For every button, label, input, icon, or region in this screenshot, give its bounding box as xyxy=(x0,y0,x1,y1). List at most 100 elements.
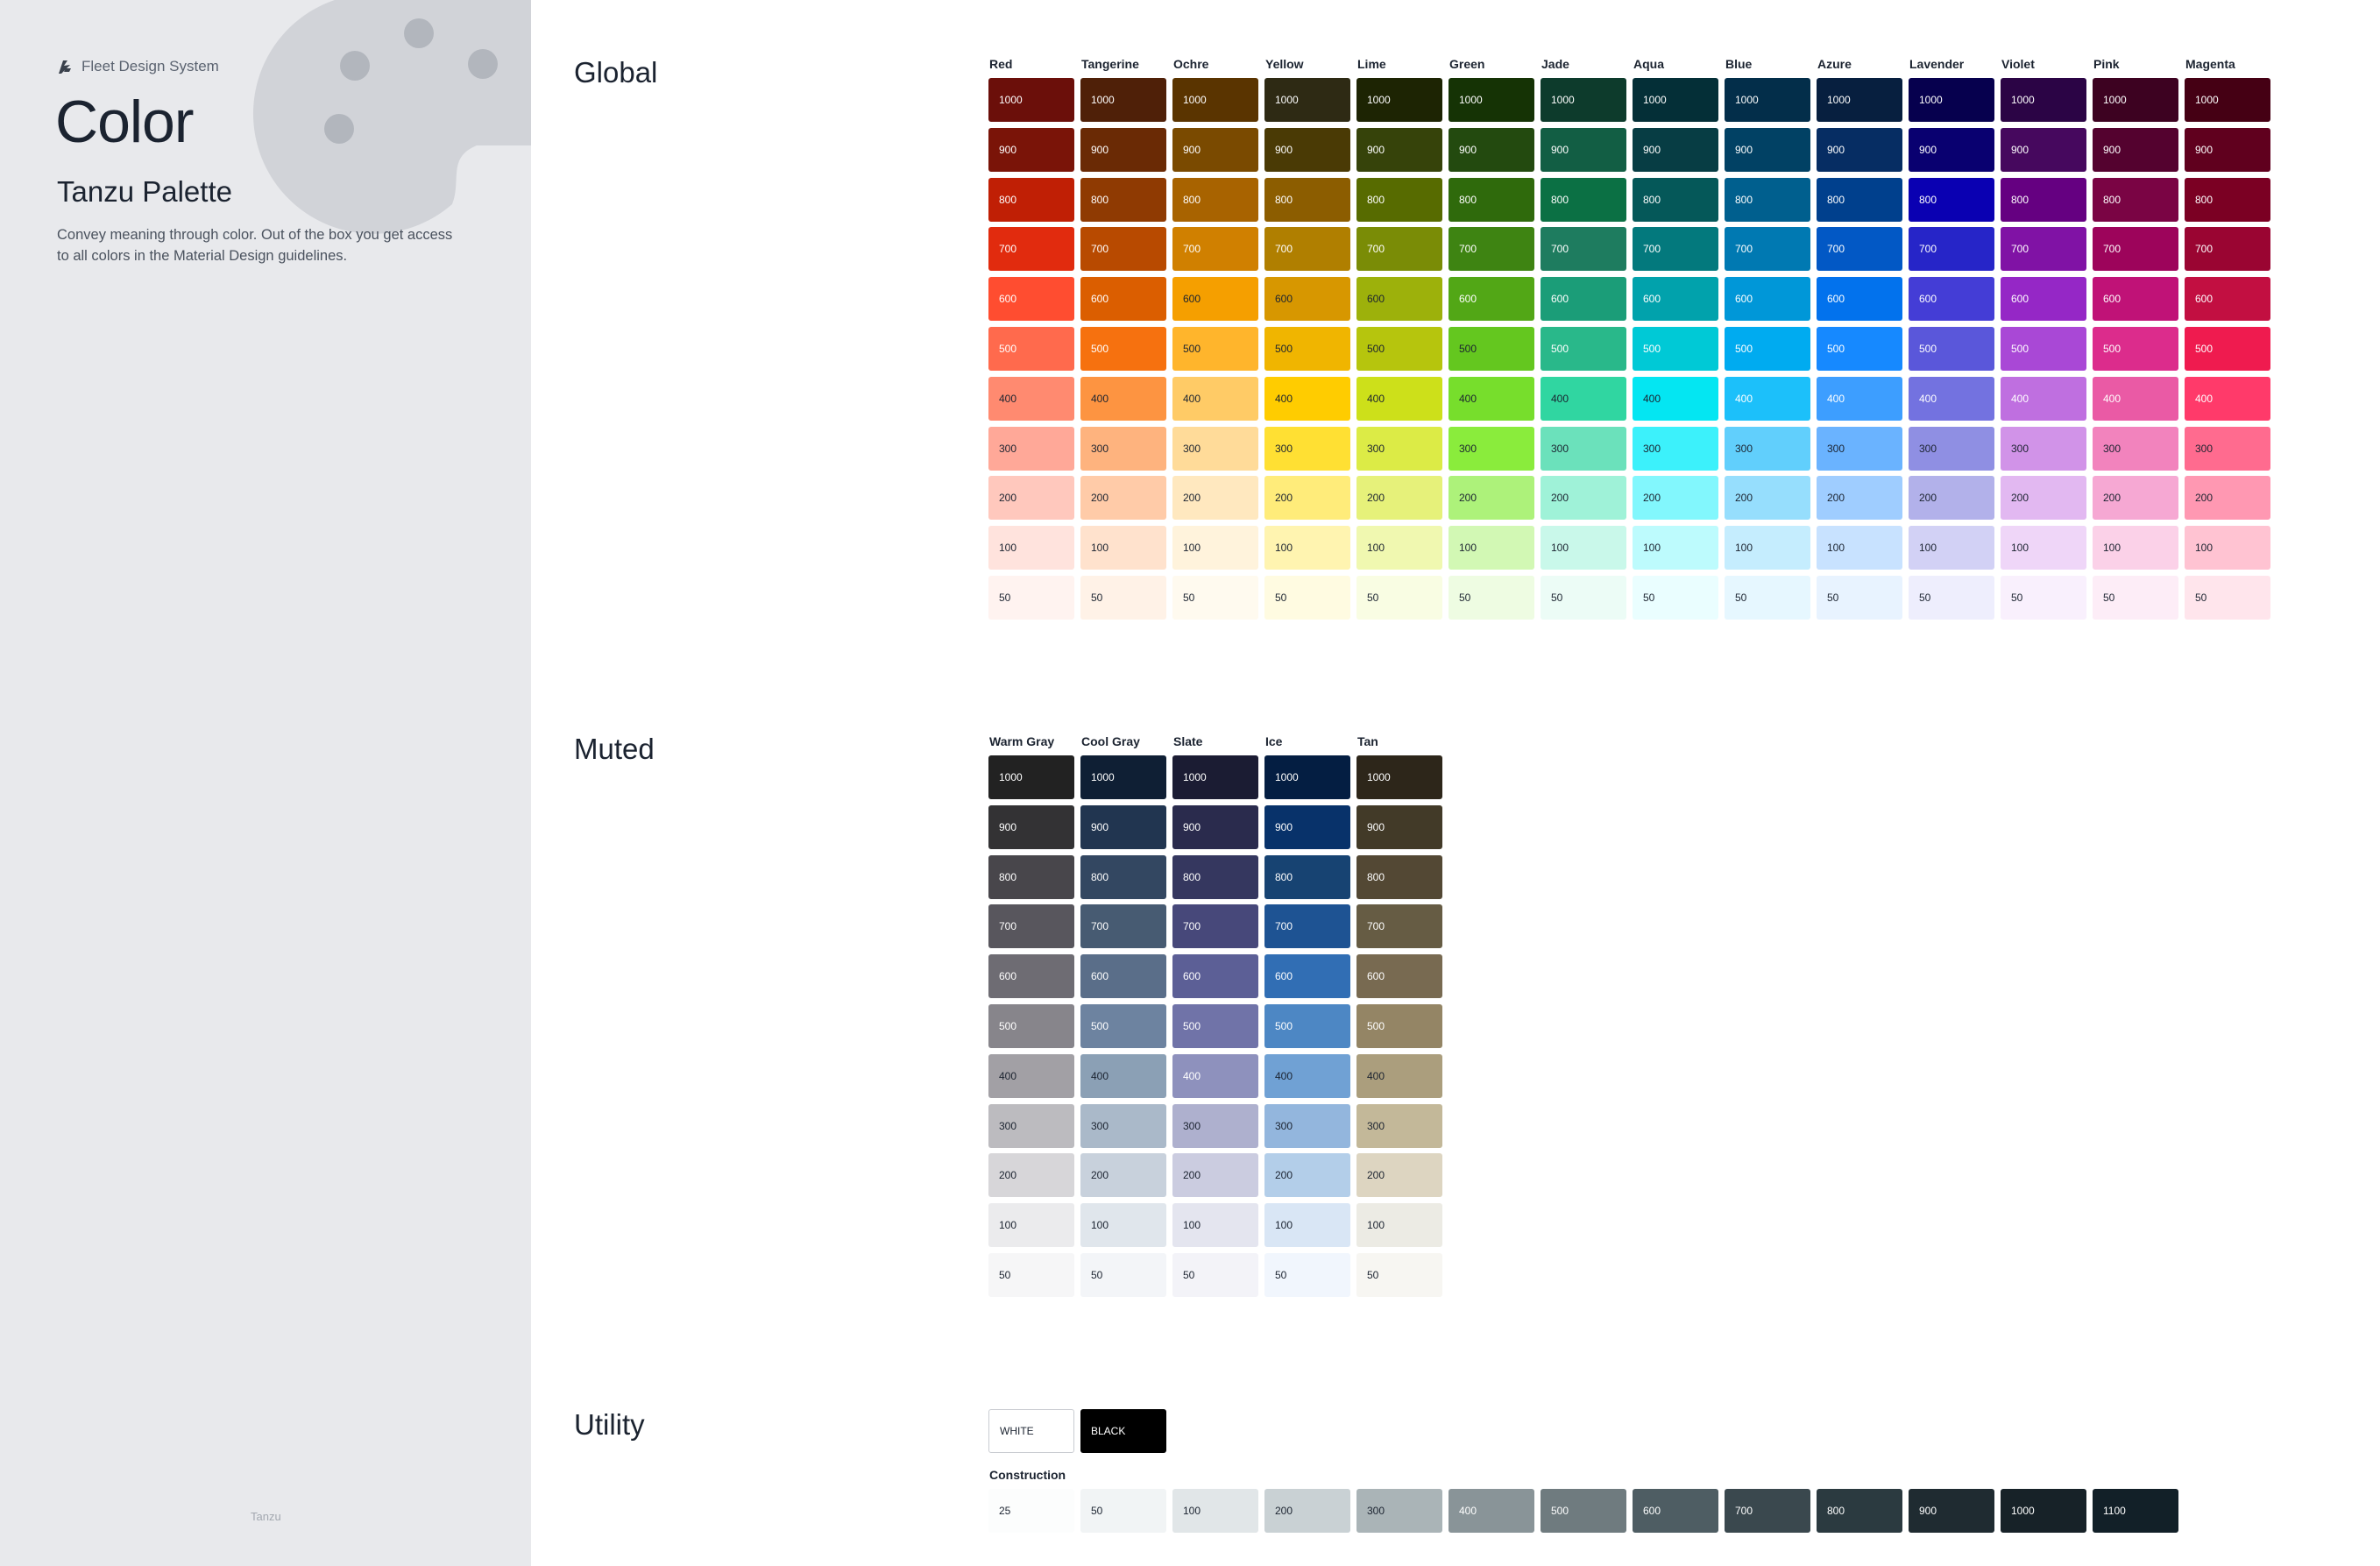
swatch-slate-800[interactable]: 800 xyxy=(1172,854,1258,899)
swatch-azure-500[interactable]: 500 xyxy=(1817,326,1902,371)
swatch-red-400[interactable]: 400 xyxy=(988,376,1074,421)
swatch-magenta-50[interactable]: 50 xyxy=(2185,575,2270,620)
swatch-warm-gray-400[interactable]: 400 xyxy=(988,1053,1074,1098)
swatch-green-50[interactable]: 50 xyxy=(1449,575,1534,620)
swatch-jade-300[interactable]: 300 xyxy=(1541,426,1626,471)
swatch-construction-500[interactable]: 500 xyxy=(1541,1489,1626,1533)
swatch-yellow-50[interactable]: 50 xyxy=(1264,575,1350,620)
swatch-ochre-200[interactable]: 200 xyxy=(1172,476,1258,521)
swatch-construction-1000[interactable]: 1000 xyxy=(2001,1489,2086,1533)
swatch-green-100[interactable]: 100 xyxy=(1449,526,1534,570)
swatch-aqua-400[interactable]: 400 xyxy=(1633,376,1718,421)
swatch-tangerine-300[interactable]: 300 xyxy=(1080,426,1166,471)
swatch-violet-800[interactable]: 800 xyxy=(2001,177,2086,222)
swatch-magenta-400[interactable]: 400 xyxy=(2185,376,2270,421)
swatch-aqua-200[interactable]: 200 xyxy=(1633,476,1718,521)
swatch-yellow-900[interactable]: 900 xyxy=(1264,127,1350,172)
swatch-blue-1000[interactable]: 1000 xyxy=(1725,78,1810,122)
swatch-tan-100[interactable]: 100 xyxy=(1356,1203,1442,1248)
swatch-jade-800[interactable]: 800 xyxy=(1541,177,1626,222)
swatch-red-300[interactable]: 300 xyxy=(988,426,1074,471)
swatch-slate-1000[interactable]: 1000 xyxy=(1172,755,1258,799)
swatch-green-200[interactable]: 200 xyxy=(1449,476,1534,521)
swatch-tangerine-800[interactable]: 800 xyxy=(1080,177,1166,222)
swatch-cool-gray-300[interactable]: 300 xyxy=(1080,1103,1166,1148)
swatch-yellow-600[interactable]: 600 xyxy=(1264,277,1350,322)
swatch-tan-900[interactable]: 900 xyxy=(1356,804,1442,849)
swatch-ice-100[interactable]: 100 xyxy=(1264,1203,1350,1248)
swatch-azure-800[interactable]: 800 xyxy=(1817,177,1902,222)
swatch-azure-100[interactable]: 100 xyxy=(1817,526,1902,570)
swatch-slate-100[interactable]: 100 xyxy=(1172,1203,1258,1248)
swatch-yellow-1000[interactable]: 1000 xyxy=(1264,78,1350,122)
swatch-aqua-100[interactable]: 100 xyxy=(1633,526,1718,570)
swatch-pink-100[interactable]: 100 xyxy=(2093,526,2178,570)
swatch-cool-gray-500[interactable]: 500 xyxy=(1080,1003,1166,1048)
swatch-lime-300[interactable]: 300 xyxy=(1356,426,1442,471)
swatch-yellow-400[interactable]: 400 xyxy=(1264,376,1350,421)
swatch-azure-700[interactable]: 700 xyxy=(1817,227,1902,272)
swatch-lavender-900[interactable]: 900 xyxy=(1909,127,1994,172)
swatch-white[interactable]: WHITE xyxy=(988,1409,1074,1453)
swatch-jade-600[interactable]: 600 xyxy=(1541,277,1626,322)
swatch-red-500[interactable]: 500 xyxy=(988,326,1074,371)
swatch-tangerine-1000[interactable]: 1000 xyxy=(1080,78,1166,122)
swatch-green-500[interactable]: 500 xyxy=(1449,326,1534,371)
swatch-slate-400[interactable]: 400 xyxy=(1172,1053,1258,1098)
swatch-construction-600[interactable]: 600 xyxy=(1633,1489,1718,1533)
swatch-pink-300[interactable]: 300 xyxy=(2093,426,2178,471)
swatch-pink-1000[interactable]: 1000 xyxy=(2093,78,2178,122)
swatch-lime-500[interactable]: 500 xyxy=(1356,326,1442,371)
swatch-ice-300[interactable]: 300 xyxy=(1264,1103,1350,1148)
swatch-slate-200[interactable]: 200 xyxy=(1172,1153,1258,1198)
swatch-green-600[interactable]: 600 xyxy=(1449,277,1534,322)
swatch-tan-1000[interactable]: 1000 xyxy=(1356,755,1442,799)
swatch-blue-50[interactable]: 50 xyxy=(1725,575,1810,620)
swatch-tangerine-600[interactable]: 600 xyxy=(1080,277,1166,322)
swatch-ice-500[interactable]: 500 xyxy=(1264,1003,1350,1048)
swatch-blue-400[interactable]: 400 xyxy=(1725,376,1810,421)
swatch-red-1000[interactable]: 1000 xyxy=(988,78,1074,122)
swatch-aqua-500[interactable]: 500 xyxy=(1633,326,1718,371)
swatch-red-50[interactable]: 50 xyxy=(988,575,1074,620)
swatch-tan-600[interactable]: 600 xyxy=(1356,954,1442,999)
swatch-yellow-100[interactable]: 100 xyxy=(1264,526,1350,570)
swatch-black[interactable]: BLACK xyxy=(1080,1409,1166,1453)
swatch-lime-900[interactable]: 900 xyxy=(1356,127,1442,172)
swatch-warm-gray-100[interactable]: 100 xyxy=(988,1203,1074,1248)
swatch-ochre-1000[interactable]: 1000 xyxy=(1172,78,1258,122)
swatch-violet-1000[interactable]: 1000 xyxy=(2001,78,2086,122)
swatch-azure-900[interactable]: 900 xyxy=(1817,127,1902,172)
swatch-magenta-900[interactable]: 900 xyxy=(2185,127,2270,172)
swatch-blue-200[interactable]: 200 xyxy=(1725,476,1810,521)
swatch-lime-800[interactable]: 800 xyxy=(1356,177,1442,222)
swatch-warm-gray-300[interactable]: 300 xyxy=(988,1103,1074,1148)
swatch-tan-300[interactable]: 300 xyxy=(1356,1103,1442,1148)
swatch-construction-700[interactable]: 700 xyxy=(1725,1489,1810,1533)
swatch-lavender-700[interactable]: 700 xyxy=(1909,227,1994,272)
swatch-ochre-50[interactable]: 50 xyxy=(1172,575,1258,620)
swatch-ochre-900[interactable]: 900 xyxy=(1172,127,1258,172)
swatch-azure-600[interactable]: 600 xyxy=(1817,277,1902,322)
swatch-azure-400[interactable]: 400 xyxy=(1817,376,1902,421)
swatch-jade-400[interactable]: 400 xyxy=(1541,376,1626,421)
swatch-cool-gray-800[interactable]: 800 xyxy=(1080,854,1166,899)
swatch-violet-500[interactable]: 500 xyxy=(2001,326,2086,371)
swatch-cool-gray-900[interactable]: 900 xyxy=(1080,804,1166,849)
swatch-slate-500[interactable]: 500 xyxy=(1172,1003,1258,1048)
swatch-jade-200[interactable]: 200 xyxy=(1541,476,1626,521)
swatch-magenta-600[interactable]: 600 xyxy=(2185,277,2270,322)
swatch-lavender-500[interactable]: 500 xyxy=(1909,326,1994,371)
swatch-red-600[interactable]: 600 xyxy=(988,277,1074,322)
swatch-azure-300[interactable]: 300 xyxy=(1817,426,1902,471)
swatch-ochre-600[interactable]: 600 xyxy=(1172,277,1258,322)
swatch-jade-500[interactable]: 500 xyxy=(1541,326,1626,371)
swatch-violet-700[interactable]: 700 xyxy=(2001,227,2086,272)
swatch-green-800[interactable]: 800 xyxy=(1449,177,1534,222)
swatch-warm-gray-200[interactable]: 200 xyxy=(988,1153,1074,1198)
swatch-tangerine-400[interactable]: 400 xyxy=(1080,376,1166,421)
swatch-warm-gray-500[interactable]: 500 xyxy=(988,1003,1074,1048)
swatch-lime-600[interactable]: 600 xyxy=(1356,277,1442,322)
swatch-magenta-500[interactable]: 500 xyxy=(2185,326,2270,371)
swatch-lavender-1000[interactable]: 1000 xyxy=(1909,78,1994,122)
